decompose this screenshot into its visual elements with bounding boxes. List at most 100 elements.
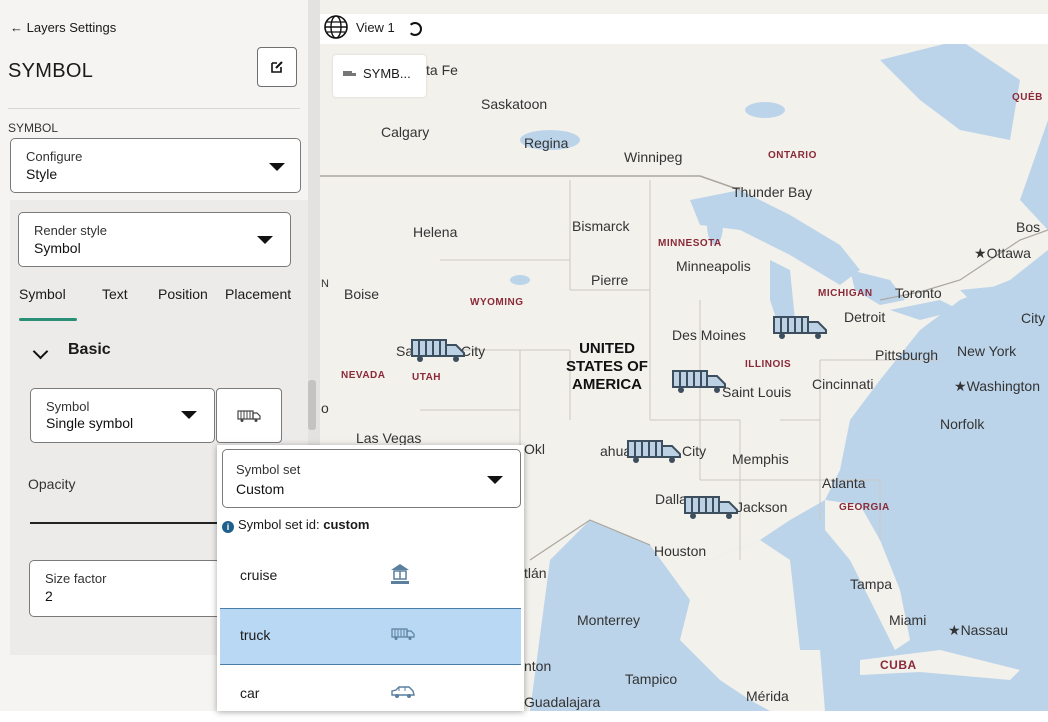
country-label: UNITED STATES OF AMERICA [566, 340, 648, 393]
map-label: Detroit [844, 309, 886, 325]
configure-select[interactable]: Configure Style [10, 138, 301, 193]
symbol-option-truck[interactable]: truck [220, 608, 521, 665]
map-label: Norfolk [940, 416, 985, 432]
map-label: N [321, 278, 329, 290]
map-label: Thunder Bay [732, 184, 813, 200]
map-region-label: WYOMING [470, 297, 524, 308]
map-region-label: GEORGIA [839, 502, 890, 513]
map-label: Memphis [732, 451, 789, 467]
map-label: Bos [1016, 219, 1041, 235]
map-label: Tampico [625, 671, 678, 687]
map-label: Des Moines [672, 327, 746, 343]
truck-map-marker-icon[interactable] [626, 438, 684, 464]
map-label: New York [957, 343, 1017, 359]
truck-icon [237, 409, 261, 422]
symbol-value: Single symbol [46, 415, 134, 431]
truck-map-marker-icon[interactable] [671, 368, 729, 394]
size-factor-field[interactable]: Size factor 2 [29, 560, 229, 617]
map-region-label: CUBA [880, 658, 917, 672]
map-header-bar [320, 14, 1048, 44]
basic-section-heading[interactable]: Basic [68, 341, 111, 359]
map-label: Pittsburgh [875, 347, 939, 363]
scrollbar-thumb[interactable] [308, 380, 316, 430]
tab-symbol[interactable]: Symbol [19, 286, 66, 302]
map-label: Guadalajara [524, 694, 601, 710]
symbol-set-value: Custom [236, 481, 285, 497]
symbol-set-dropdown: Symbol set Custom i Symbol set id: custom… [217, 445, 524, 711]
map-label: Houston [654, 543, 707, 559]
panel-title: SYMBOL [8, 60, 94, 82]
info-prefix: Symbol set id: [238, 517, 324, 532]
tab-placement[interactable]: Placement [225, 286, 291, 302]
caret-down-icon [257, 236, 273, 244]
size-factor-value: 2 [45, 588, 53, 604]
map-label: Regina [524, 135, 569, 151]
edit-button[interactable] [257, 47, 297, 87]
divider [8, 108, 300, 109]
caret-down-icon [269, 163, 285, 171]
truck-map-marker-icon[interactable] [410, 337, 468, 363]
opacity-slider[interactable] [30, 522, 220, 524]
symbol-set-select[interactable]: Symbol set Custom [222, 449, 521, 508]
active-tab-indicator [19, 318, 77, 321]
map-label: Winnipeg [624, 149, 683, 165]
map-legend-chip[interactable]: SYMB... [333, 55, 426, 97]
map-region-label: NEVADA [341, 370, 386, 381]
map-label: o [321, 400, 329, 416]
car-icon [391, 686, 415, 698]
map-region-label: QUÉB [1012, 92, 1043, 103]
symbol-option-car[interactable]: car [220, 667, 521, 722]
size-factor-label: Size factor [45, 571, 107, 586]
truck-icon [391, 628, 415, 640]
symbol-picker-button[interactable] [216, 388, 282, 443]
map-label-text: Nassau [960, 622, 1009, 638]
cruise-ship-icon [391, 564, 409, 584]
map-label-text: Ottawa [986, 245, 1031, 261]
symbol-option-cruise[interactable]: cruise [220, 549, 521, 604]
map-label: City [1021, 310, 1046, 326]
map-label: Saint Louis [722, 384, 792, 400]
map-label: Bismarck [572, 218, 630, 234]
globe-icon[interactable] [323, 14, 349, 40]
map-label: Atlanta [822, 475, 866, 491]
render-style-label: Render style [34, 223, 107, 238]
caret-down-icon [181, 411, 197, 419]
map-label-text: Washington [966, 378, 1040, 394]
map-label: Calgary [381, 124, 430, 140]
map-label: Okl [524, 441, 545, 457]
truck-map-marker-icon[interactable] [772, 314, 830, 340]
legend-label: SYMB... [363, 66, 411, 81]
tab-position[interactable]: Position [158, 286, 208, 302]
info-icon: i [222, 521, 234, 533]
symbol-type-select[interactable]: Symbol Single symbol [30, 388, 215, 443]
map-label: Tampa [850, 576, 893, 592]
option-label: truck [240, 627, 271, 643]
view-title: View 1 [356, 20, 395, 35]
truck-map-marker-icon[interactable] [683, 494, 741, 520]
map-label: Miami [889, 612, 927, 628]
map-label: tlán [524, 565, 547, 581]
map-region-label: ILLINOIS [745, 359, 792, 370]
map-label: ta Fe [426, 62, 458, 78]
configure-label: Configure [26, 149, 83, 164]
map-label: Jackson [736, 499, 788, 515]
tab-text[interactable]: Text [102, 286, 128, 302]
opacity-label: Opacity [28, 476, 76, 492]
render-style-value: Symbol [34, 240, 81, 256]
map-region-label: MICHIGAN [818, 288, 873, 299]
symbol-label: Symbol [46, 399, 90, 414]
map-label: Mérida [746, 688, 789, 704]
map-label: Helena [413, 224, 458, 240]
caret-down-icon [487, 476, 503, 484]
map-label: Toronto [895, 285, 942, 301]
back-to-layers-settings-link[interactable]: ← Layers Settings [10, 20, 116, 35]
symbol-set-info: i Symbol set id: custom [222, 517, 370, 533]
map-label: ★Ottawa [974, 245, 1031, 261]
truck-icon [343, 71, 356, 76]
option-label: cruise [240, 567, 278, 583]
loading-spinner-icon [408, 22, 422, 36]
symbol-set-label: Symbol set [236, 462, 301, 477]
map-label: Saskatoon [481, 96, 548, 112]
map-region-label: MINNESOTA [658, 238, 722, 249]
render-style-select[interactable]: Render style Symbol [18, 212, 291, 267]
